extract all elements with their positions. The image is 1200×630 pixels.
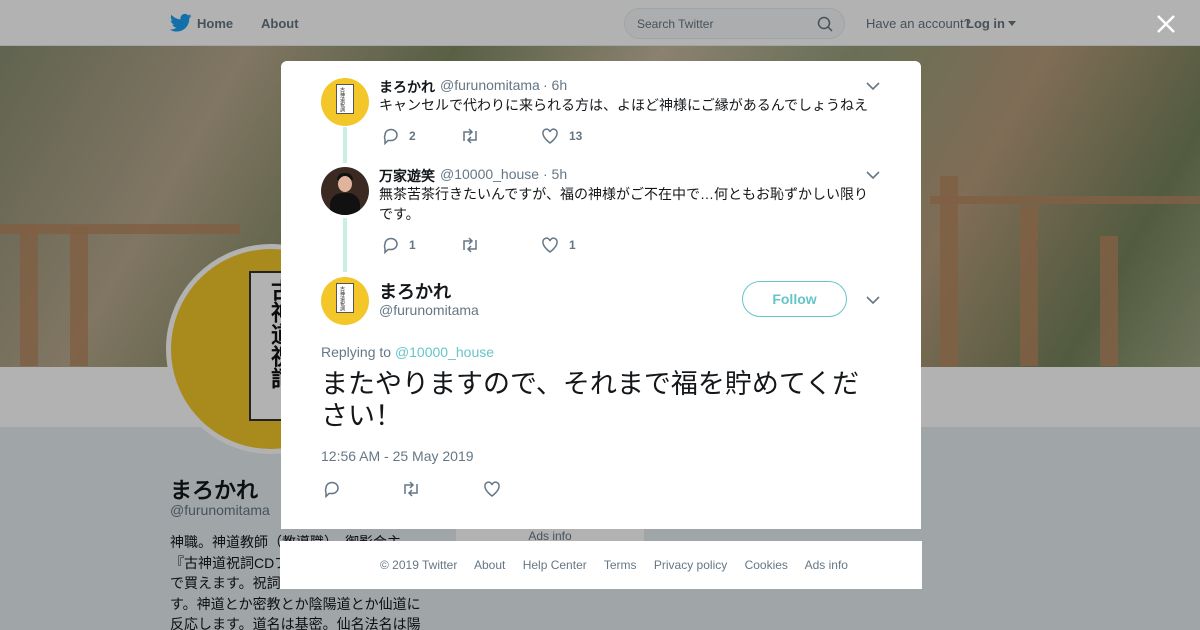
chevron-down-icon[interactable] [866,170,880,180]
tweet-author-name[interactable]: 万家遊笑 [379,166,435,186]
like-icon[interactable] [541,127,559,145]
reply-count: 1 [409,238,416,252]
avatar-card: 古神道祝詞 [336,84,354,114]
replying-prefix: Replying to [321,344,392,360]
reply-icon[interactable] [323,480,341,498]
footer-links: © 2019 Twitter About Help Center Terms P… [380,558,862,572]
replying-to: Replying to @10000_house [321,344,494,360]
like-count: 1 [569,238,576,252]
tweet-time[interactable]: · 6h [543,77,567,93]
avatar-card: 古神道祝詞 [336,283,354,313]
footer-link-cookies[interactable]: Cookies [745,558,788,572]
retweet-icon[interactable] [460,127,480,145]
avatar[interactable]: 古神道祝詞 [321,277,369,325]
avatar-body [330,193,360,215]
tweet-author-handle[interactable]: @furunomitama [440,77,540,93]
main-tweet-author-handle[interactable]: @furunomitama [379,302,479,318]
retweet-icon[interactable] [460,236,480,254]
footer-link-about[interactable]: About [474,558,505,572]
avatar[interactable]: 古神道祝詞 [321,78,369,126]
close-icon[interactable] [1155,13,1177,35]
footer-link-privacy[interactable]: Privacy policy [654,558,727,572]
reply-icon[interactable] [382,127,400,145]
tweet-time[interactable]: · 5h [543,166,567,182]
main-tweet-author-name[interactable]: まろかれ [379,278,451,304]
replying-to-link[interactable]: @10000_house [395,344,494,360]
tweet-author-name[interactable]: まろかれ [379,77,435,97]
reply-icon[interactable] [382,236,400,254]
footer-link-help-center[interactable]: Help Center [523,558,587,572]
avatar-text: 古神道祝詞 [339,286,345,311]
chevron-down-icon[interactable] [866,295,880,305]
tweet-author-handle[interactable]: @10000_house [440,166,539,182]
avatar-text: 古神道祝詞 [339,87,345,112]
avatar-face [338,176,352,192]
thread-connector [343,127,347,163]
reply-count: 2 [409,129,416,143]
like-icon[interactable] [541,236,559,254]
like-count: 13 [569,129,583,143]
avatar[interactable] [321,167,369,215]
modal-footer: © 2019 Twitter About Help Center Terms P… [280,541,922,589]
footer-copyright: © 2019 Twitter [380,558,458,572]
main-tweet-text: またやりますので、それまで福を貯めてください！ [321,369,860,431]
tweet-text: キャンセルで代わりに来られる方は、よほど神様にご縁があるんでしょうねえ [379,97,869,113]
chevron-down-icon[interactable] [866,81,880,91]
main-tweet-timestamp[interactable]: 12:56 AM - 25 May 2019 [321,448,474,464]
footer-link-terms[interactable]: Terms [604,558,637,572]
thread-connector [343,218,347,272]
like-icon[interactable] [483,480,501,498]
footer-link-ads-info[interactable]: Ads info [805,558,848,572]
tweet-modal: 古神道祝詞 まろかれ @furunomitama · 6h キャンセルで代わりに… [281,61,921,529]
follow-button[interactable]: Follow [742,281,847,317]
tweet-text: 無茶苦茶行きたいんですが、福の神様がご不在中で…何ともお恥ずかしい限りです。 [379,186,869,222]
retweet-icon[interactable] [401,480,421,498]
